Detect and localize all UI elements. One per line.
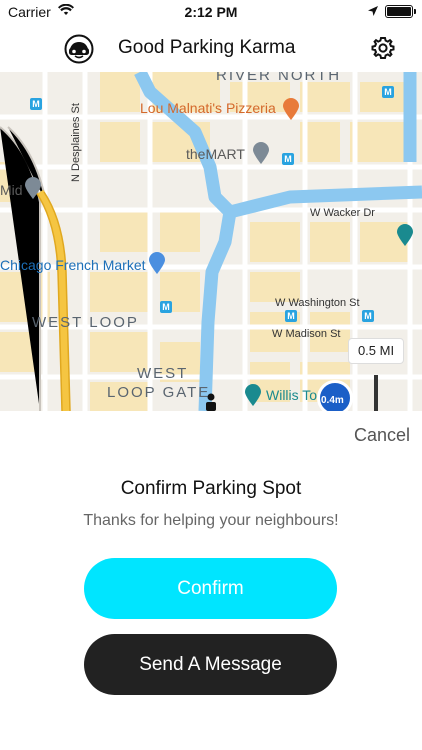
location-icon [368, 6, 378, 16]
transit-icon[interactable]: M [30, 98, 42, 110]
map-label-n-desplaines: N Desplaines St [70, 103, 82, 182]
map-label-west-loop: WEST LOOP [32, 314, 139, 331]
poi-pin-icon[interactable] [24, 177, 42, 199]
restaurant-pin-icon[interactable] [282, 98, 300, 120]
transit-icon[interactable]: M [382, 86, 394, 98]
map-label-west-loop-gate-line2: LOOP GATE [107, 384, 211, 401]
map-label-mid: Mid [0, 182, 23, 198]
map-scale: 0.5 MI [348, 338, 404, 364]
status-bar: Carrier 2:12 PM [0, 0, 422, 24]
attraction-pin-icon[interactable] [244, 384, 262, 406]
gear-icon[interactable] [370, 35, 396, 61]
map-label-river-north: RIVER NORTH [216, 72, 342, 84]
map-view[interactable]: RIVER NORTH Lou Malnati's Pizzeria theMA… [0, 72, 422, 411]
map-label-chicago-french-market[interactable]: Chicago French Market [0, 257, 146, 273]
page-title: Good Parking Karma [118, 37, 296, 58]
car-face-icon [64, 34, 94, 64]
battery-icon [385, 5, 416, 18]
transit-icon[interactable]: M [160, 301, 172, 313]
landmark-pin-icon[interactable] [252, 142, 270, 164]
map-label-the-mart[interactable]: theMART [186, 146, 245, 162]
confirm-sheet: Cancel Confirm Parking Spot Thanks for h… [0, 411, 422, 750]
map-label-w-madison: W Madison St [272, 328, 341, 340]
status-time: 2:12 PM [184, 4, 238, 20]
map-label-willis-tower[interactable]: Willis To [266, 387, 317, 403]
transit-icon[interactable]: M [285, 310, 297, 322]
person-icon [206, 393, 216, 411]
confirm-button[interactable]: Confirm [84, 558, 337, 619]
map-label-lou-malnatis[interactable]: Lou Malnati's Pizzeria [140, 100, 276, 116]
sheet-subtitle: Thanks for helping your neighbours! [83, 512, 339, 529]
cancel-button[interactable]: Cancel [354, 425, 410, 446]
map-label-w-wacker: W Wacker Dr [310, 207, 375, 219]
shopping-pin-icon[interactable] [396, 224, 414, 246]
map-zoom-handle[interactable] [374, 375, 378, 411]
sheet-title: Confirm Parking Spot [120, 478, 302, 499]
map-label-west-loop-gate-line1: WEST [137, 365, 189, 382]
transit-icon[interactable]: M [282, 153, 294, 165]
user-marker-label: 0.4m [321, 395, 344, 406]
nav-bar: Good Parking Karma [0, 24, 422, 72]
send-message-button[interactable]: Send A Message [84, 634, 337, 695]
shopping-pin-icon[interactable] [148, 252, 166, 274]
map-label-w-washington: W Washington St [275, 297, 360, 309]
transit-icon[interactable]: M [362, 310, 374, 322]
